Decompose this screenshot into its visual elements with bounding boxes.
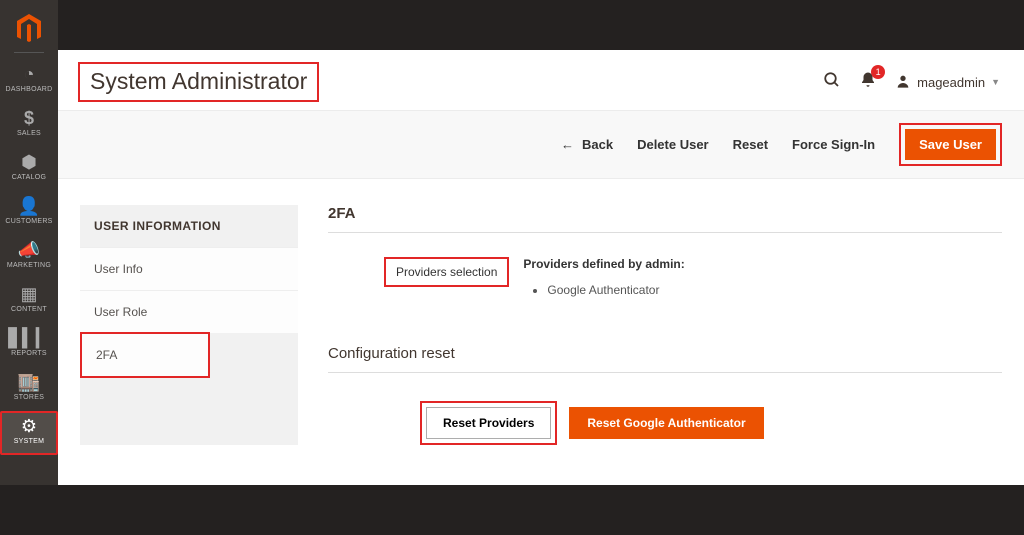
tab-user-info[interactable]: User Info xyxy=(80,247,298,290)
person-icon: 👤 xyxy=(0,197,58,215)
user-menu[interactable]: mageadmin ▼ xyxy=(895,73,1000,92)
nav-marketing[interactable]: 📣 MARKETING xyxy=(0,235,58,279)
section-config-reset-title: Configuration reset xyxy=(328,345,1002,373)
providers-selection-label-wrap: Providers selection xyxy=(384,257,509,287)
dashboard-icon: ◔ xyxy=(0,65,58,83)
back-button[interactable]: ← Back xyxy=(561,137,613,152)
page-title: System Administrator xyxy=(78,62,319,102)
user-icon xyxy=(895,73,911,92)
dollar-icon: $ xyxy=(0,109,58,127)
chart-icon: ▋▍▎ xyxy=(0,329,58,347)
user-info-tabs: USER INFORMATION User Info User Role 2FA xyxy=(80,205,298,445)
notifications-icon[interactable]: 1 xyxy=(859,71,877,94)
tab-2fa[interactable]: 2FA xyxy=(80,332,210,378)
magento-logo-icon[interactable] xyxy=(16,14,42,44)
megaphone-icon: 📣 xyxy=(0,241,58,259)
nav-system[interactable]: ⚙ SYSTEM xyxy=(0,411,58,455)
gear-icon: ⚙ xyxy=(2,417,56,435)
user-info-title: USER INFORMATION xyxy=(80,205,298,247)
nav-catalog[interactable]: ⬢ CATALOG xyxy=(0,147,58,191)
reset-google-authenticator-button[interactable]: Reset Google Authenticator xyxy=(569,407,763,439)
section-2fa-title: 2FA xyxy=(328,205,1002,233)
store-icon: 🏬 xyxy=(0,373,58,391)
nav-stores[interactable]: 🏬 STORES xyxy=(0,367,58,411)
delete-user-button[interactable]: Delete User xyxy=(637,137,709,152)
caret-down-icon: ▼ xyxy=(991,77,1000,87)
nav-sales[interactable]: $ SALES xyxy=(0,103,58,147)
save-user-button[interactable]: Save User xyxy=(905,129,996,160)
admin-sidebar: ◔ DASHBOARD $ SALES ⬢ CATALOG 👤 CUSTOMER… xyxy=(0,0,58,485)
providers-list: Google Authenticator xyxy=(547,283,684,297)
username-label: mageadmin xyxy=(917,75,985,90)
notification-badge: 1 xyxy=(871,65,885,79)
action-bar: ← Back Delete User Reset Force Sign-In S… xyxy=(58,111,1024,179)
box-icon: ⬢ xyxy=(0,153,58,171)
nav-content[interactable]: ▦ CONTENT xyxy=(0,279,58,323)
page-header: System Administrator 1 mageadmin ▼ xyxy=(58,50,1024,111)
layout-icon: ▦ xyxy=(0,285,58,303)
nav-dashboard[interactable]: ◔ DASHBOARD xyxy=(0,59,58,103)
nav-customers[interactable]: 👤 CUSTOMERS xyxy=(0,191,58,235)
search-icon[interactable] xyxy=(823,71,841,94)
tab-user-role[interactable]: User Role xyxy=(80,290,298,333)
providers-selection-label: Providers selection xyxy=(396,265,497,279)
reset-button[interactable]: Reset xyxy=(733,137,768,152)
reset-providers-button[interactable]: Reset Providers xyxy=(426,407,551,439)
provider-item: Google Authenticator xyxy=(547,283,684,297)
force-signin-button[interactable]: Force Sign-In xyxy=(792,137,875,152)
providers-defined-label: Providers defined by admin: xyxy=(523,257,684,271)
arrow-left-icon: ← xyxy=(561,137,574,152)
nav-reports[interactable]: ▋▍▎ REPORTS xyxy=(0,323,58,367)
